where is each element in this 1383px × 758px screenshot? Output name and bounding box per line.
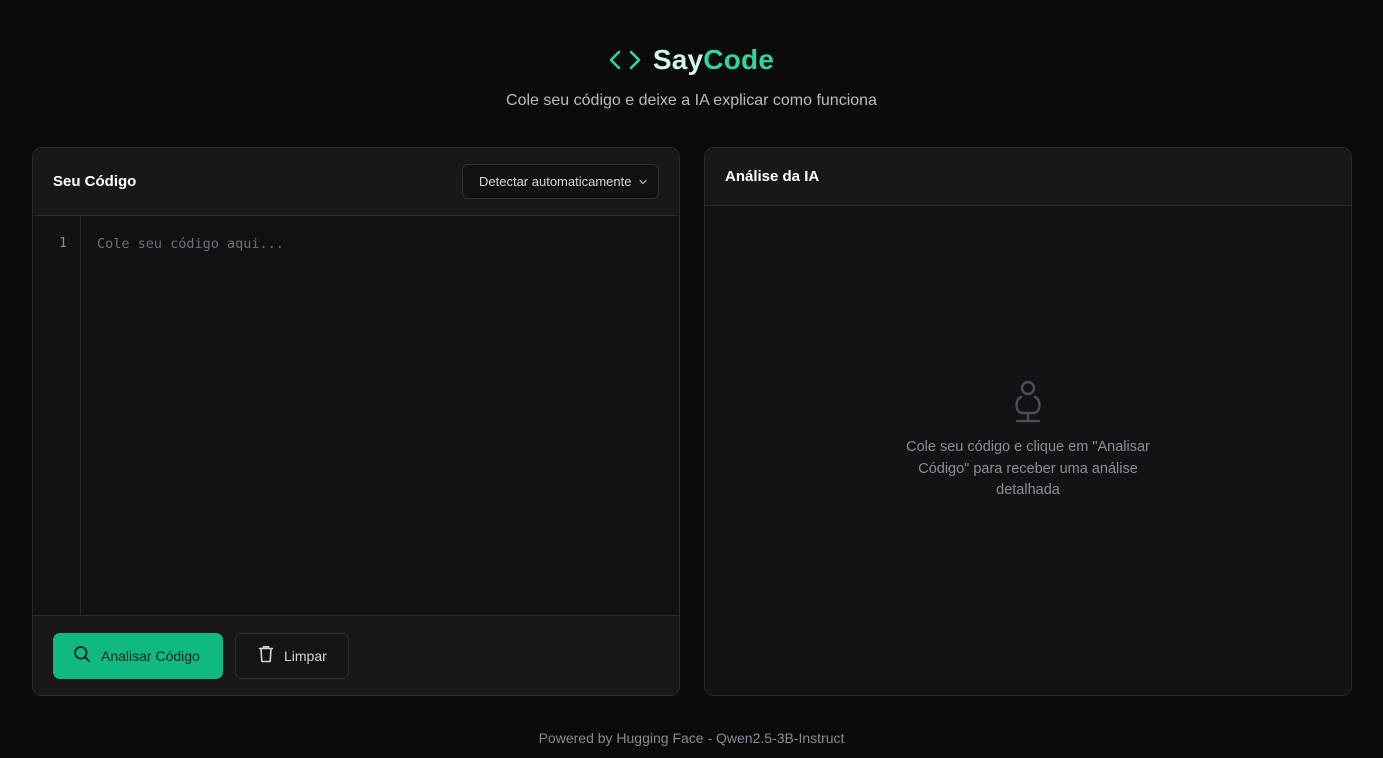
- clear-button[interactable]: Limpar: [235, 632, 349, 679]
- chevron-down-icon: [638, 177, 648, 187]
- trash-icon: [258, 645, 274, 666]
- app-subtitle: Cole seu código e deixe a IA explicar co…: [506, 92, 877, 109]
- analysis-panel-header: Análise da IA: [705, 148, 1351, 206]
- code-brackets-icon: [609, 48, 641, 72]
- line-number-gutter: 1: [33, 216, 81, 616]
- app-title-part2: Code: [703, 44, 775, 75]
- analysis-panel: Análise da IA Cole seu código e clique e…: [704, 147, 1352, 696]
- search-icon: [73, 645, 91, 666]
- robot-icon: [1010, 379, 1046, 425]
- code-input-placeholder: Cole seu código aqui...: [97, 236, 284, 252]
- app-title: SayCode: [653, 44, 774, 76]
- clear-label: Limpar: [284, 647, 327, 664]
- analysis-empty-state: Cole seu código e clique em "Analisar Có…: [705, 206, 1351, 695]
- app-title-part1: Say: [652, 44, 704, 75]
- analysis-empty-message: Cole seu código e clique em "Analisar Có…: [906, 439, 1150, 499]
- language-select-value: Detectar automaticamente: [479, 174, 632, 189]
- code-editor: 1 Cole seu código aqui...: [33, 216, 679, 616]
- analyze-code-label: Analisar Código: [101, 647, 200, 664]
- editor-panel-title: Seu Código: [53, 173, 137, 190]
- editor-panel-header: Seu Código Detectar automaticamente: [33, 148, 679, 216]
- brand: SayCode: [0, 42, 1383, 78]
- analyze-code-button[interactable]: Analisar Código: [53, 632, 223, 679]
- analysis-panel-title: Análise da IA: [725, 168, 820, 185]
- code-input[interactable]: Cole seu código aqui...: [81, 216, 679, 616]
- footer-credit: Powered by Hugging Face - Qwen2.5-3B-Ins…: [538, 730, 845, 746]
- code-editor-panel: Seu Código Detectar automaticamente 1 Co…: [32, 147, 680, 696]
- line-number: 1: [59, 236, 67, 251]
- language-select[interactable]: Detectar automaticamente: [462, 164, 659, 199]
- editor-actions: Analisar Código Limpar: [33, 615, 679, 695]
